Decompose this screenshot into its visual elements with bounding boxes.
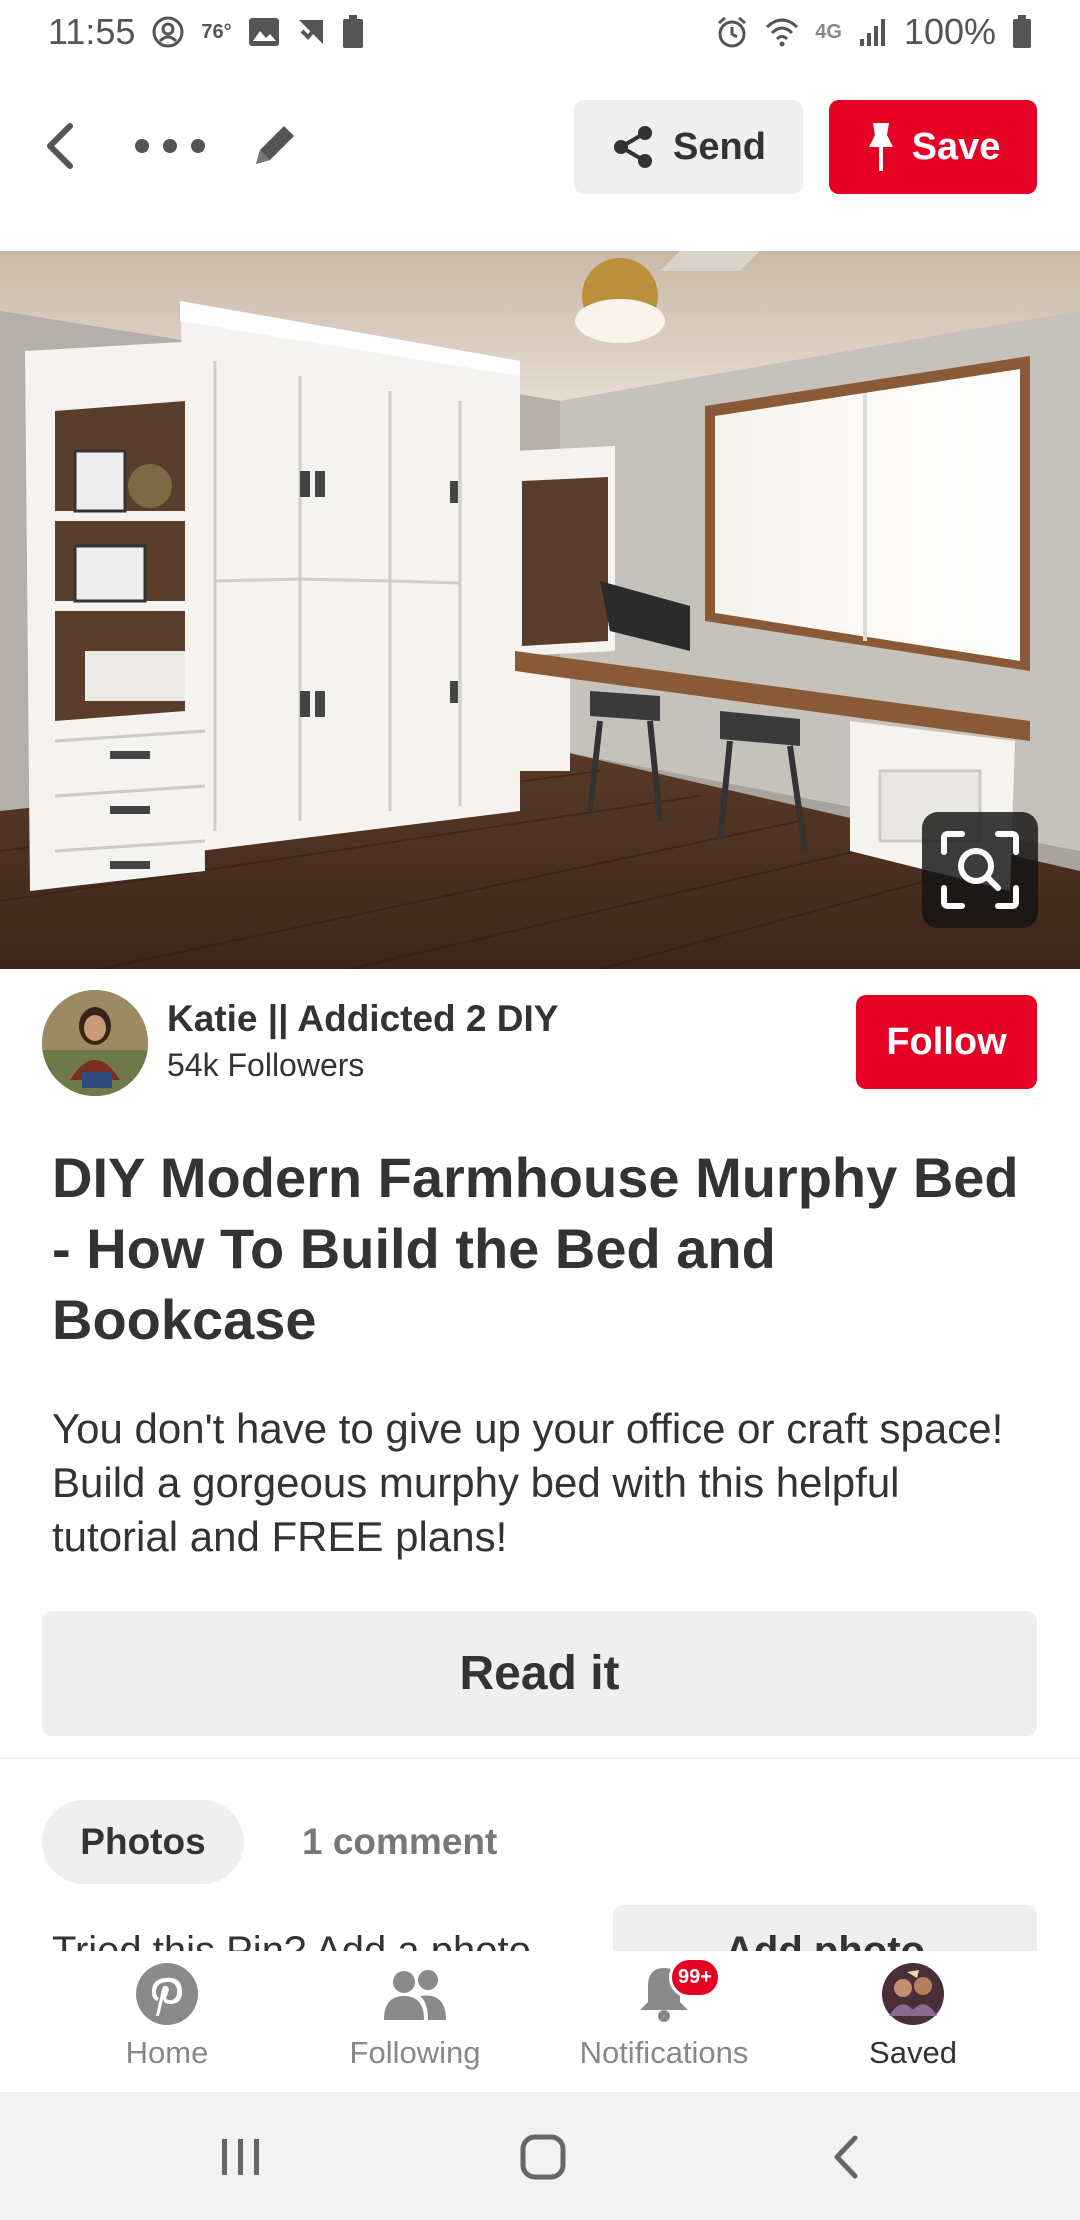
account-icon [151, 15, 185, 49]
pin-action-bar: Send Save [0, 96, 1080, 196]
status-right: 4G 100% [715, 11, 1032, 53]
read-it-button[interactable]: Read it [42, 1611, 1037, 1736]
weather-temp: 76° [201, 20, 232, 43]
nav-home[interactable]: Home [67, 1961, 267, 2071]
lens-search-icon [941, 831, 1019, 909]
battery-full-icon [342, 15, 364, 49]
nav-following-label: Following [349, 2035, 481, 2070]
alarm-icon [715, 15, 749, 49]
profile-avatar-icon [878, 1961, 948, 2027]
pin-image[interactable] [0, 251, 1080, 969]
more-options-icon[interactable] [130, 118, 210, 174]
pin-description: You don't have to give up your office or… [52, 1405, 1004, 1560]
battery-percent: 100% [903, 11, 996, 52]
creator-avatar[interactable] [42, 990, 148, 1096]
nav-following[interactable]: Following [315, 1961, 515, 2071]
battery-icon [1012, 15, 1032, 49]
tried-pin-row: Tried this Pin? Add a photo Add photo [0, 1905, 1080, 1951]
nav-saved-label: Saved [869, 2035, 957, 2070]
save-button[interactable]: Save [829, 100, 1037, 194]
status-left: 11:55 76° [48, 11, 364, 53]
back-arrow-icon[interactable] [36, 118, 92, 174]
add-photo-button[interactable]: Add photo [613, 1905, 1037, 1951]
follow-button[interactable]: Follow [856, 995, 1037, 1089]
save-label: Save [911, 125, 1001, 168]
network-type: 4G [815, 20, 842, 43]
bell-icon: 99+ [629, 1957, 721, 2027]
share-icon [614, 126, 653, 168]
bottom-navigation: Home Following 99+ Notifications Saved [0, 1951, 1080, 2092]
creator-photo [42, 990, 148, 1096]
nav-saved[interactable]: Saved [813, 1961, 1013, 2071]
home-icon[interactable] [508, 2122, 578, 2192]
nav-notifications[interactable]: 99+ Notifications [564, 1957, 764, 2071]
system-back-icon[interactable] [812, 2122, 882, 2192]
wifi-icon [765, 17, 799, 47]
status-bar: 11:55 76° 4G 100% [0, 0, 1080, 64]
people-icon [380, 1961, 450, 2027]
edit-pencil-icon[interactable] [244, 116, 304, 176]
tab-photos[interactable]: Photos [42, 1800, 244, 1884]
section-divider [0, 1757, 1080, 1759]
send-label: Send [673, 125, 766, 168]
notification-badge: 99+ [669, 1957, 721, 1998]
send-button[interactable]: Send [574, 100, 803, 194]
pin-icon [868, 123, 893, 171]
signal-icon [858, 17, 888, 47]
nav-notifications-label: Notifications [579, 2035, 749, 2070]
status-time: 11:55 [48, 11, 136, 52]
tried-pin-prompt: Tried this Pin? Add a photo [52, 1929, 531, 1951]
gallery-icon [248, 17, 280, 47]
pinterest-logo-icon [132, 1961, 202, 2027]
creator-name[interactable]: Katie || Addicted 2 DIY [167, 998, 558, 1040]
system-navigation-bar [0, 2092, 1080, 2220]
visual-search-button[interactable] [922, 812, 1038, 928]
nav-home-label: Home [125, 2035, 209, 2070]
pin-title: DIY Modern Farmhouse Murphy Bed - How To… [52, 1146, 1019, 1351]
tab-comments[interactable]: 1 comment [302, 1800, 497, 1884]
recent-apps-icon[interactable] [206, 2122, 276, 2192]
creator-followers: 54k Followers [167, 1047, 365, 1083]
check-flag-icon [296, 17, 326, 47]
murphy-bed-room-photo [0, 251, 1080, 969]
